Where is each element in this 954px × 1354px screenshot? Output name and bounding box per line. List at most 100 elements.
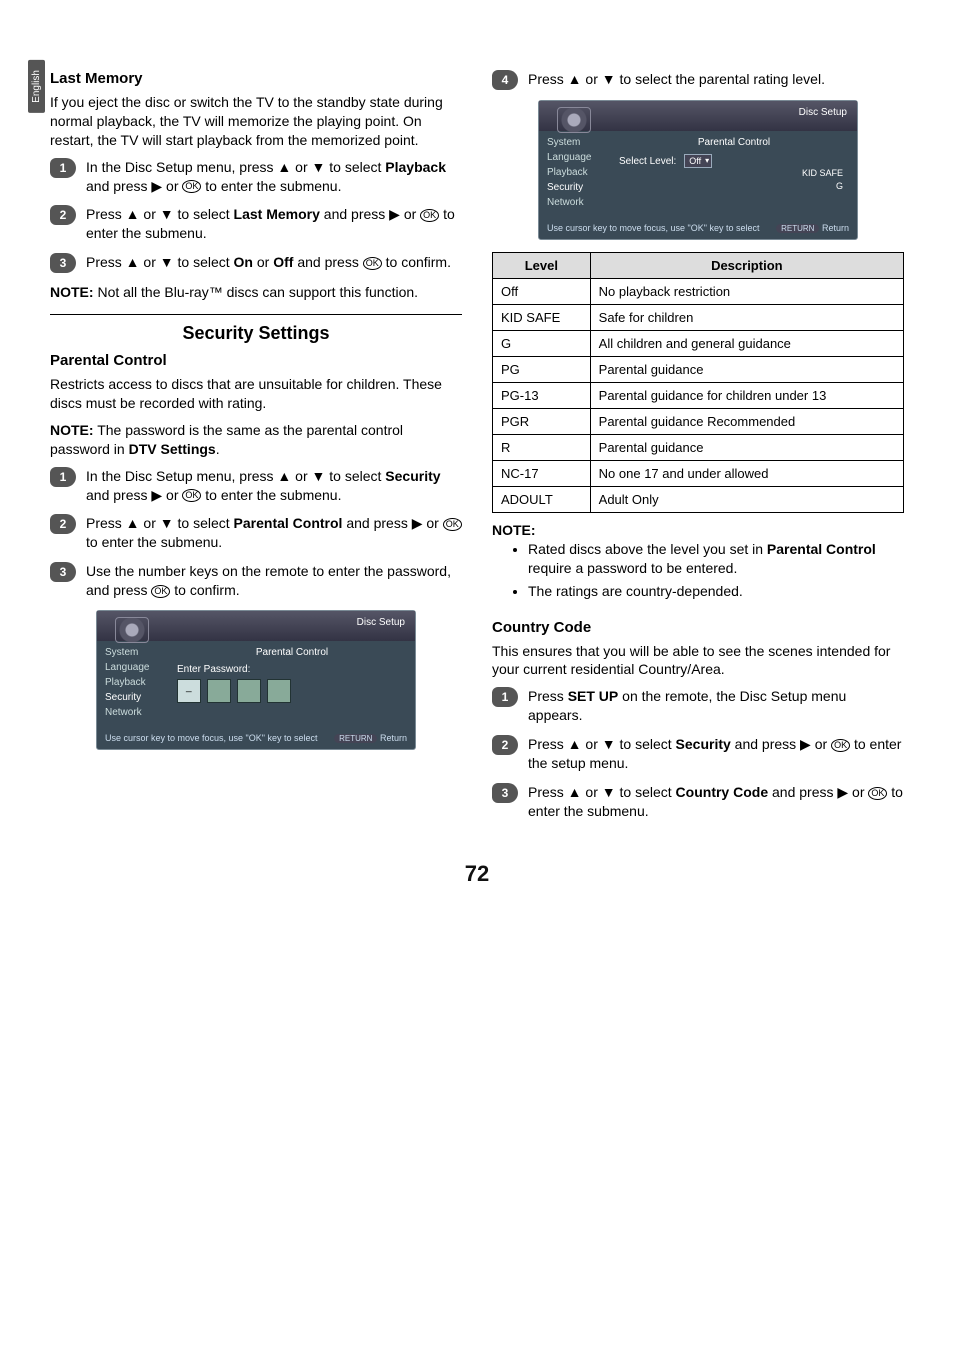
osd-select-label: Select Level:	[619, 156, 676, 167]
osd-footer-hint: Use cursor key to move focus, use "OK" k…	[547, 223, 759, 233]
t: Press ▲ or ▼ to select	[86, 254, 234, 270]
osd-content-title: Parental Control	[619, 137, 849, 148]
t: Press ▲ or ▼ to select	[86, 515, 234, 531]
cell: PGR	[493, 409, 591, 435]
osd-menu-item: Network	[105, 707, 165, 718]
t: Press ▲ or ▼ to select	[86, 206, 234, 222]
gear-icon	[115, 617, 149, 643]
t: .	[216, 441, 220, 457]
cell: Parental guidance	[590, 435, 903, 461]
t: Country Code	[676, 784, 769, 800]
cell: KID SAFE	[493, 305, 591, 331]
step-badge: 1	[50, 158, 76, 178]
osd-menu-item: Security	[547, 182, 607, 193]
step-badge: 3	[50, 253, 76, 273]
step-badge: 3	[50, 562, 76, 582]
cell: Safe for children	[590, 305, 903, 331]
rating-table: Level Description OffNo playback restric…	[492, 252, 904, 513]
osd-menu-item: Playback	[547, 167, 607, 178]
osd-password-boxes	[177, 679, 407, 703]
cell: PG-13	[493, 383, 591, 409]
step-text: Press ▲ or ▼ to select Last Memory and p…	[86, 205, 462, 243]
osd-return-label: Return	[822, 223, 849, 233]
osd-menu-item: System	[547, 137, 607, 148]
cell: Parental guidance Recommended	[590, 409, 903, 435]
t: Last Memory	[234, 206, 320, 222]
t: In the Disc Setup menu, press ▲ or ▼ to …	[86, 159, 385, 175]
table-row: PG-13Parental guidance for children unde…	[493, 383, 904, 409]
table-row: KID SAFESafe for children	[493, 305, 904, 331]
cell: All children and general guidance	[590, 331, 903, 357]
t: to confirm.	[382, 254, 451, 270]
pw-box	[267, 679, 291, 703]
note-body: Not all the Blu-ray™ discs can support t…	[94, 284, 418, 300]
step-text: Press ▲ or ▼ to select Parental Control …	[86, 514, 462, 552]
parental-control-heading: Parental Control	[50, 352, 462, 369]
t: Off	[273, 254, 293, 270]
t: Security	[676, 736, 731, 752]
t: require a password to be entered.	[528, 560, 737, 576]
osd-menu-item: System	[105, 647, 165, 658]
divider	[50, 314, 462, 315]
ok-icon: OK	[182, 180, 201, 193]
return-icon: RETURN	[776, 224, 819, 233]
step-text: Press ▲ or ▼ to select Country Code and …	[528, 783, 904, 821]
cell: NC-17	[493, 461, 591, 487]
osd-menu-item: Language	[105, 662, 165, 673]
country-code-body: This ensures that you will be able to se…	[492, 642, 904, 680]
t: Playback	[385, 159, 446, 175]
step-badge: 3	[492, 783, 518, 803]
pw-box	[207, 679, 231, 703]
pw-box	[237, 679, 261, 703]
t: Press ▲ or ▼ to select	[528, 736, 676, 752]
t: to enter the submenu.	[201, 178, 341, 194]
cell: Parental guidance for children under 13	[590, 383, 903, 409]
t: and press ▶ or	[86, 487, 182, 503]
t: to confirm.	[170, 582, 239, 598]
t: and press ▶ or	[768, 784, 868, 800]
return-icon: RETURN	[334, 734, 377, 743]
step-text: Use the number keys on the remote to ent…	[86, 562, 462, 600]
cell: Off	[493, 279, 591, 305]
rating-note: NOTE: Rated discs above the level you se…	[492, 521, 904, 601]
t: and press ▶ or	[320, 206, 420, 222]
cell: No playback restriction	[590, 279, 903, 305]
t: and press ▶ or	[86, 178, 182, 194]
last-memory-note: NOTE: Not all the Blu-ray™ discs can sup…	[50, 283, 462, 302]
t: The ratings are country-depended.	[528, 583, 743, 599]
cell: Parental guidance	[590, 357, 903, 383]
table-row: NC-17No one 17 and under allowed	[493, 461, 904, 487]
step-badge: 2	[50, 514, 76, 534]
left-column: Last Memory If you eject the disc or swi…	[50, 70, 462, 831]
pw-box	[177, 679, 201, 703]
t: On	[234, 254, 253, 270]
step-badge: 4	[492, 70, 518, 90]
last-memory-heading: Last Memory	[50, 70, 462, 87]
t: and press ▶ or	[731, 736, 831, 752]
cell: R	[493, 435, 591, 461]
step-badge: 2	[50, 205, 76, 225]
page-number: 72	[50, 861, 904, 887]
t: to enter the submenu.	[201, 487, 341, 503]
osd-menu-item: Security	[105, 692, 165, 703]
table-row: PGParental guidance	[493, 357, 904, 383]
step-text: In the Disc Setup menu, press ▲ or ▼ to …	[86, 158, 462, 196]
step-text: Press SET UP on the remote, the Disc Set…	[528, 687, 904, 725]
t: Security	[385, 468, 440, 484]
osd-menu: System Language Playback Security Networ…	[105, 647, 165, 725]
right-column: 4 Press ▲ or ▼ to select the parental ra…	[492, 70, 904, 831]
ok-icon: OK	[831, 739, 850, 752]
note-label: NOTE:	[50, 422, 94, 438]
cell: Adult Only	[590, 487, 903, 513]
t: In the Disc Setup menu, press ▲ or ▼ to …	[86, 468, 385, 484]
osd-menu-item: Playback	[105, 677, 165, 688]
table-head-description: Description	[590, 253, 903, 279]
ok-icon: OK	[868, 787, 887, 800]
osd-level-opt: G	[836, 181, 843, 191]
osd-content: Parental Control Select Level: Off KID S…	[619, 137, 849, 215]
osd-return-label: Return	[380, 733, 407, 743]
table-row: GAll children and general guidance	[493, 331, 904, 357]
ok-icon: OK	[182, 489, 201, 502]
last-memory-intro: If you eject the disc or switch the TV t…	[50, 93, 462, 150]
osd-content-title: Parental Control	[177, 647, 407, 658]
